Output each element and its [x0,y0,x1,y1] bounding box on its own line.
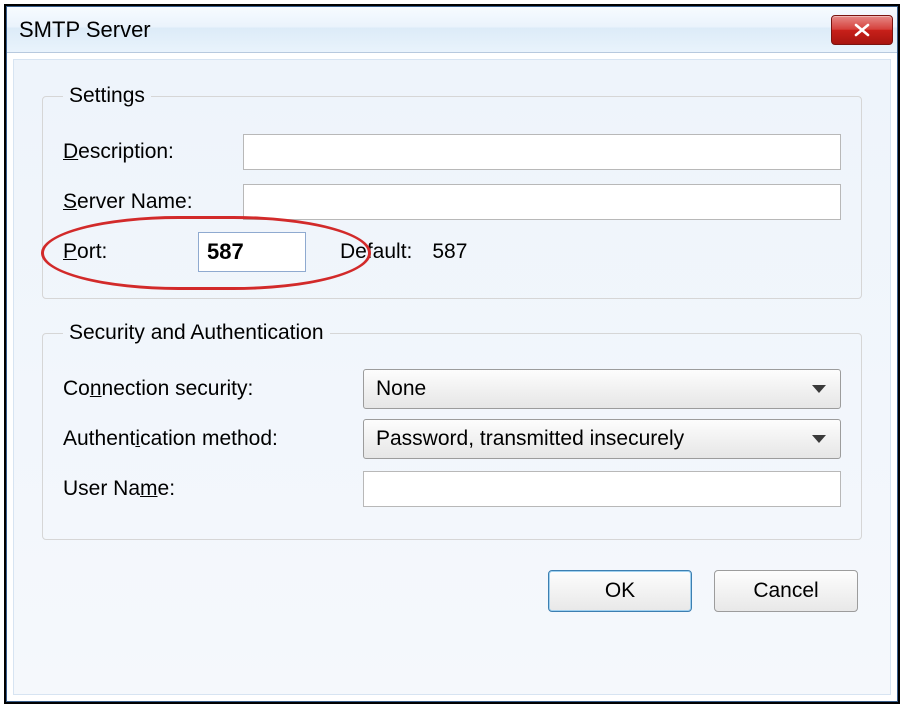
connection-security-row: Connection security: None [63,369,841,409]
settings-group: Settings Description: Server Name: Port:… [42,84,862,299]
connection-security-value: None [376,377,426,401]
chevron-down-icon [812,435,826,443]
user-name-label: User Name: [63,477,363,501]
authentication-method-value: Password, transmitted insecurely [376,427,684,451]
user-name-row: User Name: [63,469,841,509]
settings-legend: Settings [63,84,151,108]
window-title: SMTP Server [19,17,151,43]
authentication-method-select[interactable]: Password, transmitted insecurely [363,419,841,459]
authentication-method-label: Authentication method: [63,427,363,451]
description-input[interactable] [243,134,841,170]
server-name-label: Server Name: [63,190,243,214]
close-button[interactable] [831,15,893,45]
port-default-label: Default: [340,240,412,264]
user-name-input[interactable] [363,471,841,507]
description-row: Description: [63,132,841,172]
port-default-value: 587 [432,240,467,264]
connection-security-label: Connection security: [63,377,363,401]
dialog-buttons: OK Cancel [42,570,862,612]
connection-security-select[interactable]: None [363,369,841,409]
title-bar: SMTP Server [7,7,897,53]
server-name-input[interactable] [243,184,841,220]
security-legend: Security and Authentication [63,321,330,345]
chevron-down-icon [812,385,826,393]
ok-button[interactable]: OK [548,570,692,612]
port-input[interactable] [198,232,306,272]
description-label: Description: [63,140,243,164]
close-icon [854,23,870,37]
cancel-button[interactable]: Cancel [714,570,858,612]
dialog-body: Settings Description: Server Name: Port:… [13,59,891,695]
security-group: Security and Authentication Connection s… [42,321,862,540]
port-row: Port: Default: 587 [63,232,841,272]
port-label: Port: [63,240,178,264]
server-name-row: Server Name: [63,182,841,222]
dialog-window: SMTP Server Settings Description: Server… [6,6,898,702]
authentication-method-row: Authentication method: Password, transmi… [63,419,841,459]
